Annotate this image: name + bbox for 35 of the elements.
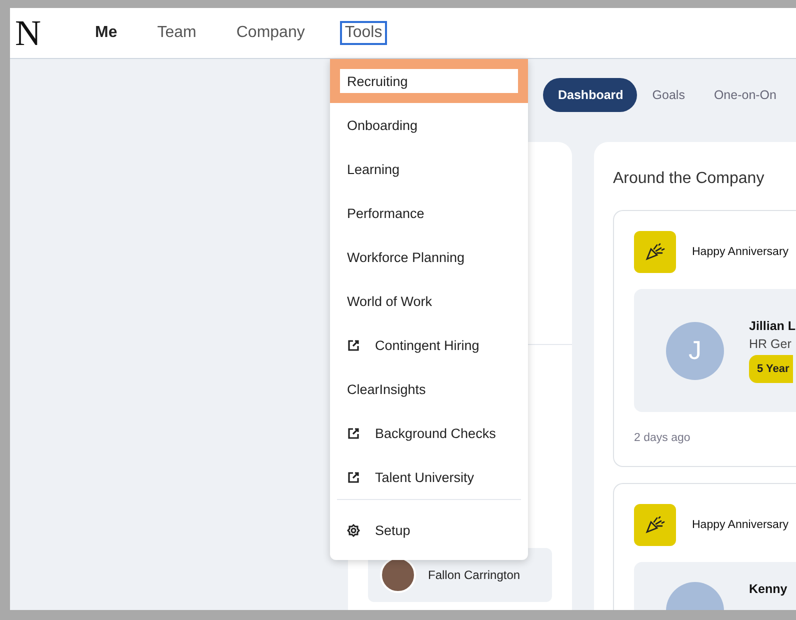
menu-item[interactable]: Learning — [330, 147, 528, 191]
external-link-icon — [347, 470, 360, 484]
nav-item[interactable]: Me — [90, 21, 122, 45]
card-title: Around the Company — [613, 170, 766, 188]
menu-item[interactable]: ClearInsights — [330, 367, 528, 411]
tab[interactable]: Dashboard — [543, 78, 638, 112]
menu-item[interactable]: Talent University — [330, 455, 528, 499]
person-role: HR Ger — [749, 336, 792, 350]
external-link-icon — [347, 338, 360, 352]
anniversary-badge: 5 Year — [749, 354, 794, 382]
party-popper-icon — [645, 243, 665, 261]
event-time: 2 days ago — [634, 431, 692, 446]
person-name: Fallon Carrington — [428, 568, 520, 582]
menu-item[interactable]: Recruiting — [330, 59, 528, 103]
menu-item[interactable]: Background Checks — [330, 411, 528, 455]
person-name: Kenny — [749, 582, 788, 596]
menu-item[interactable]: Onboarding — [330, 103, 528, 147]
menu-item[interactable]: Performance — [330, 191, 528, 235]
tab[interactable]: One-on-On — [698, 78, 790, 112]
event-title: Happy Anniversary — [692, 519, 789, 531]
settings-icon — [347, 524, 360, 536]
person-name: Jillian L — [749, 318, 796, 332]
nav-item[interactable]: Company — [231, 21, 310, 45]
event-title: Happy Anniversary — [692, 246, 789, 258]
logo[interactable]: N — [15, 15, 41, 51]
menu-item[interactable]: Contingent Hiring — [330, 323, 528, 367]
nav-item[interactable]: Tools — [340, 21, 388, 45]
tab[interactable]: Goals — [637, 78, 699, 112]
menu-item[interactable]: Setup — [330, 508, 528, 552]
party-popper-icon — [645, 516, 665, 534]
menu-item[interactable]: World of Work — [330, 279, 528, 323]
avatar: J — [666, 322, 724, 380]
nav-item[interactable]: Team — [152, 21, 202, 45]
menu-item[interactable]: Workforce Planning — [330, 235, 528, 279]
external-link-icon — [347, 426, 360, 440]
